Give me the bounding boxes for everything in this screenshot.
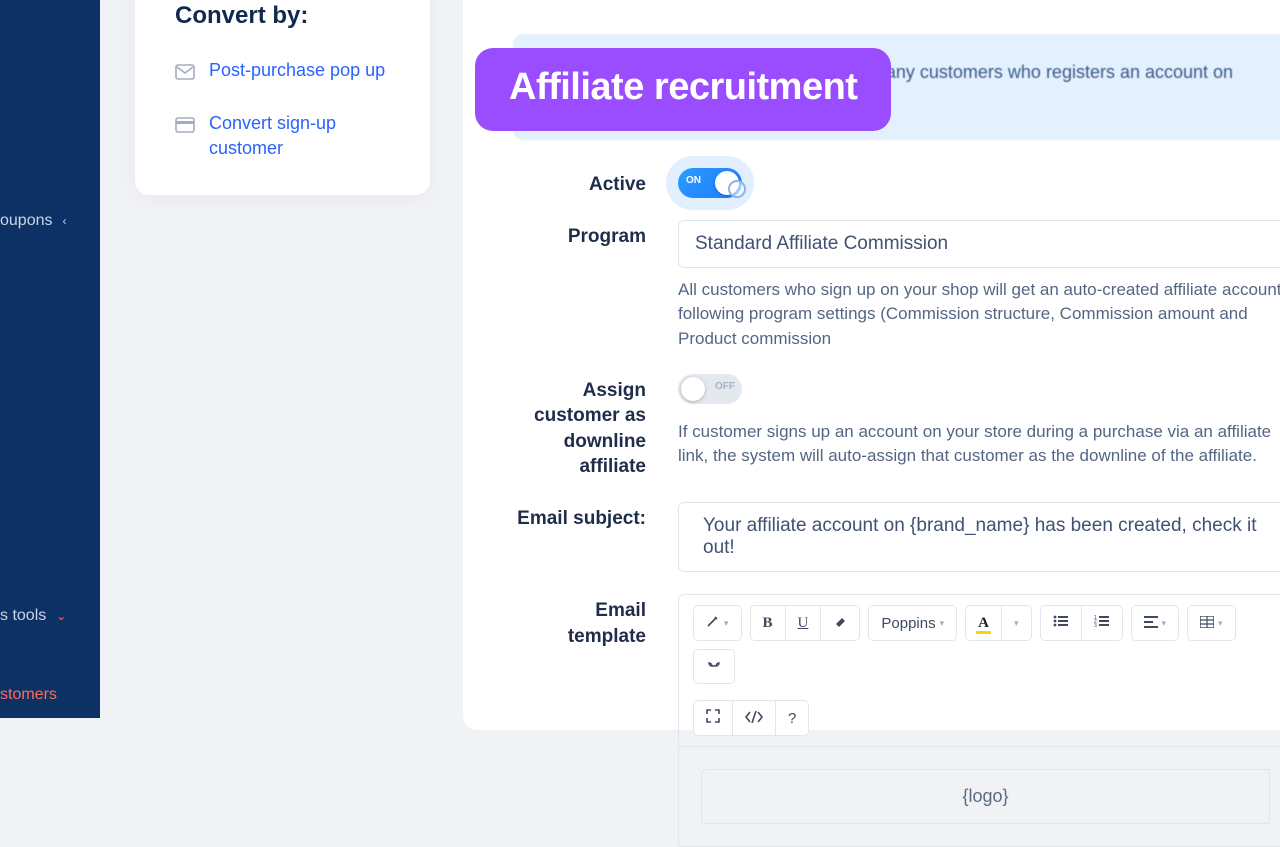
label-active: Active [513,168,678,198]
code-icon [745,710,763,727]
caret-icon: ▾ [1014,618,1019,629]
toolbar-textcolor-caret[interactable]: ▾ [1001,606,1031,640]
toolbar-align-button[interactable]: ▾ [1132,606,1179,640]
align-icon [1144,615,1158,632]
nav-coupons-label: oupons [0,212,53,230]
assign-hint: If customer signs up an account on your … [678,420,1280,469]
sidebar-item-popup[interactable]: Post-purchase pop up [175,58,410,87]
toolbar-bold-button[interactable]: B [751,606,785,640]
subject-input[interactable]: Your affiliate account on {brand_name} h… [678,502,1280,572]
toolbar-help-button[interactable]: ? [775,701,808,735]
program-select[interactable]: Standard Affiliate Commission [678,220,1280,268]
expand-icon [706,709,720,727]
sidebar-item-signup-label: Convert sign-up customer [209,111,410,161]
label-subject: Email subject: [513,502,678,532]
nav-coupons[interactable]: oupons ‹ [0,212,67,230]
link-icon [706,658,722,675]
toolbar-code-button[interactable] [732,701,775,735]
cursor-indicator [728,180,746,198]
list-ol-icon: 123 [1094,614,1110,632]
chevron-left-icon: ‹ [63,214,67,228]
magic-icon [706,614,720,632]
toggle-active-text: ON [686,175,701,186]
toggle-assign-text: OFF [715,381,735,392]
toggle-knob [681,377,705,401]
mail-icon [175,62,195,87]
caret-icon: ▾ [1162,618,1167,629]
overlay-title-text: Affiliate recruitment [509,66,857,108]
toolbar-ol-button[interactable]: 123 [1081,606,1122,640]
toolbar-erase-button[interactable] [820,606,859,640]
toolbar-font-select[interactable]: Poppins ▾ [869,606,956,640]
label-template: Email template [513,594,678,649]
toolbar-table-button[interactable]: ▾ [1188,606,1235,640]
list-ul-icon [1053,614,1069,632]
settings-form: Active ON Program Standard Affiliate Com… [463,168,1280,847]
editor-body[interactable]: {logo} [678,747,1280,847]
left-nav-sidebar: oupons ‹ s tools ⌄ stomers [0,0,100,718]
nav-customers[interactable]: stomers [0,686,57,704]
toolbar-fullscreen-button[interactable] [694,701,732,735]
toolbar-ul-button[interactable] [1041,606,1081,640]
overlay-title-badge: Affiliate recruitment [475,48,891,131]
nav-tools-label: s tools [0,607,46,625]
nav-customers-label: stomers [0,686,57,704]
toolbar-underline-button[interactable]: U [785,606,821,640]
toolbar-link-button[interactable] [694,650,734,683]
caret-icon: ▾ [940,618,945,629]
program-select-value: Standard Affiliate Commission [695,233,948,254]
toggle-active[interactable]: ON [678,168,742,198]
table-icon [1200,615,1214,632]
caret-icon: ▾ [1218,618,1223,629]
chevron-down-icon: ⌄ [56,609,66,623]
sidebar-item-popup-label: Post-purchase pop up [209,58,385,83]
toggle-assign[interactable]: OFF [678,374,742,404]
editor-logo-text: {logo} [962,786,1008,806]
editor-logo-placeholder: {logo} [701,769,1270,824]
toolbar-font-label: Poppins [881,615,935,632]
sidebar-item-signup[interactable]: Convert sign-up customer [175,111,410,161]
toolbar-magic-button[interactable]: ▾ [694,606,741,640]
label-assign: Assign customer as downline affiliate [513,374,678,481]
subject-value: Your affiliate account on {brand_name} h… [703,515,1257,558]
svg-text:3: 3 [1094,623,1097,628]
caret-icon: ▾ [724,618,729,629]
program-hint: All customers who sign up on your shop w… [678,278,1280,352]
convert-by-title: Convert by: [175,2,410,30]
toolbar-textcolor-button[interactable]: A [966,606,1001,640]
label-program: Program [513,220,678,250]
editor-toolbar: ▾ B U Poppins [678,594,1280,747]
nav-tools[interactable]: s tools ⌄ [0,607,66,625]
eraser-icon [833,614,847,632]
convert-by-card: Convert by: Post-purchase pop up Convert… [135,0,430,195]
card-icon [175,115,195,140]
